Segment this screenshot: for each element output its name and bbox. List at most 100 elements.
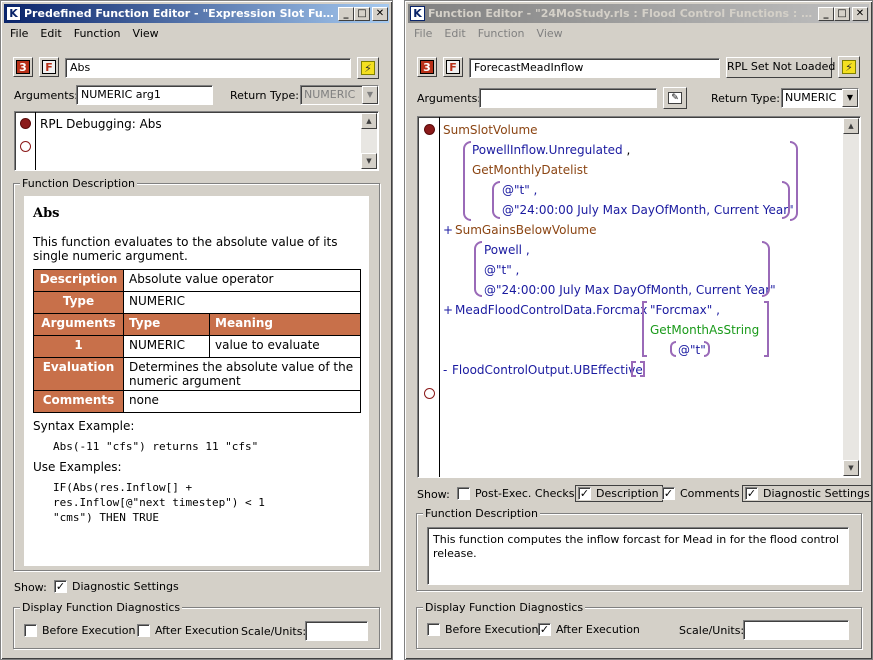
table-cell: NUMERIC — [123, 291, 361, 314]
after-execution-checkbox[interactable]: ✓ After Execution — [538, 623, 640, 636]
menu-edit[interactable]: Edit — [438, 27, 471, 40]
checkmark-icon: ✓ — [54, 580, 67, 593]
scroll-up-icon[interactable]: ▲ — [843, 118, 859, 134]
diagnostic-settings-checkbox[interactable]: ✓ Diagnostic Settings — [54, 580, 179, 593]
show-label: Show: — [417, 488, 450, 501]
before-execution-checkbox[interactable]: Before Execution — [24, 624, 135, 637]
breakpoint-icon[interactable] — [20, 118, 31, 129]
expression-scrollbar[interactable]: ▲ ▼ — [843, 118, 859, 476]
table-cell: value to evaluate — [209, 335, 361, 358]
bracket-open — [642, 301, 647, 357]
scale-units-field[interactable] — [743, 620, 849, 640]
paren-open — [474, 241, 482, 297]
breakpoint-empty-icon[interactable] — [20, 141, 31, 152]
chevron-down-icon: ▼ — [842, 89, 858, 107]
function-button[interactable]: F — [443, 57, 463, 77]
close-icon[interactable]: ✕ — [372, 6, 388, 21]
description-document: Abs This function evaluates to the absol… — [24, 196, 369, 566]
show-label: Show: — [14, 581, 47, 594]
rpl-3-button[interactable]: 3 — [13, 57, 33, 77]
paren-close — [704, 341, 710, 357]
scale-units-field[interactable] — [305, 621, 368, 641]
group-title: Display Function Diagnostics — [20, 601, 183, 614]
checkmark-icon: ✓ — [745, 487, 758, 500]
debug-scrollbar[interactable]: ▲ ▼ — [361, 113, 377, 169]
minimize-icon[interactable]: _ — [338, 6, 354, 21]
menu-view[interactable]: View — [127, 27, 165, 40]
scroll-down-icon[interactable]: ▼ — [361, 153, 377, 169]
expr-slot[interactable]: PowellInflow.Unregulated , — [472, 143, 630, 157]
menu-bar: File Edit Function View — [4, 24, 389, 42]
title-bar[interactable]: K Function Editor - "24MoStudy.rls : Flo… — [408, 4, 869, 23]
display-diagnostics-group: Display Function Diagnostics Before Exec… — [416, 601, 862, 649]
expr-date[interactable]: @"t" , — [484, 263, 519, 277]
scroll-up-icon[interactable]: ▲ — [361, 113, 377, 129]
expr-date[interactable]: @"t" — [678, 343, 706, 357]
expr-date[interactable]: @"24:00:00 July Max DayOfMonth, Current … — [484, 283, 776, 297]
arguments-field[interactable] — [479, 88, 657, 108]
return-type-select[interactable]: NUMERIC ▼ — [781, 88, 859, 108]
breakpoint-icon[interactable] — [424, 124, 435, 135]
before-execution-checkbox[interactable]: Before Execution — [427, 623, 538, 636]
use-code-line: IF(Abs(res.Inflow[] + — [53, 481, 193, 494]
table-cell: Absolute value operator — [123, 269, 361, 292]
function-name-field[interactable]: Abs — [65, 58, 351, 78]
edit-arguments-button[interactable]: ✎ — [663, 87, 687, 109]
table-row: Evaluation Determines the absolute value… — [33, 357, 361, 391]
menu-edit[interactable]: Edit — [34, 27, 67, 40]
expr-operator: + — [443, 223, 454, 237]
expr-fn[interactable]: GetMonthAsString — [650, 323, 759, 337]
after-execution-checkbox[interactable]: After Execution — [137, 624, 239, 637]
menu-function[interactable]: Function — [68, 27, 127, 40]
maximize-icon[interactable]: □ — [834, 6, 850, 21]
menu-function[interactable]: Function — [472, 27, 531, 40]
debug-text: RPL Debugging: Abs — [40, 117, 162, 131]
menu-file[interactable]: File — [408, 27, 438, 40]
scale-units-label: Scale/Units: — [241, 625, 307, 638]
minimize-icon[interactable]: _ — [818, 6, 834, 21]
description-text[interactable]: This function computes the inflow forcas… — [427, 527, 849, 585]
title-bar[interactable]: K Predefined Function Editor - "Expressi… — [4, 4, 389, 23]
evaluate-button[interactable]: ⚡ — [357, 57, 379, 79]
menu-file[interactable]: File — [4, 27, 34, 40]
doc-intro: This function evaluates to the absolute … — [33, 235, 338, 263]
comments-checkbox[interactable]: ✓ Comments — [662, 487, 740, 500]
diagnostic-settings-checkbox[interactable]: ✓ Diagnostic Settings — [742, 485, 872, 502]
rpl-set-button[interactable]: RPL Set Not Loaded — [726, 57, 835, 78]
function-f-icon: F — [42, 60, 56, 74]
expr-fn[interactable]: GetMonthlyDatelist — [472, 163, 588, 177]
rpl-3-button[interactable]: 3 — [417, 57, 437, 77]
return-type-select[interactable]: NUMERIC ▼ — [300, 85, 379, 105]
menu-view[interactable]: View — [531, 27, 569, 40]
table-cell: Type — [33, 291, 124, 314]
function-name-field[interactable]: ForecastMeadInflow — [469, 58, 720, 78]
bracket-open — [631, 361, 636, 377]
scroll-down-icon[interactable]: ▼ — [843, 460, 859, 476]
function-button[interactable]: F — [39, 57, 59, 77]
evaluate-button[interactable]: ⚡ — [838, 56, 860, 78]
group-title: Function Description — [423, 507, 540, 520]
maximize-icon[interactable]: □ — [354, 6, 370, 21]
table-cell: Determines the absolute value of the num… — [123, 357, 361, 391]
paren-close — [782, 181, 790, 219]
arguments-field[interactable]: NUMERIC arg1 — [76, 85, 213, 105]
window-title: Predefined Function Editor - "Expression… — [24, 7, 338, 20]
expr-string[interactable]: "Forcmax" , — [650, 303, 720, 317]
expression-editor[interactable]: SumSlotVolume PowellInflow.Unregulated ,… — [417, 116, 861, 478]
table-cell: Evaluation — [33, 357, 124, 391]
description-checkbox[interactable]: ✓ Description — [575, 485, 663, 502]
checkmark-icon: ✓ — [538, 623, 551, 636]
close-icon[interactable]: ✕ — [852, 6, 868, 21]
debug-panel[interactable]: RPL Debugging: Abs ▲ ▼ — [14, 111, 379, 171]
checkmark-icon: ✓ — [662, 487, 675, 500]
expr-slot[interactable]: MeadFloodControlData.Forcmax — [455, 303, 647, 317]
post-exec-checks-checkbox[interactable]: Post-Exec. Checks — [457, 487, 574, 500]
expr-fn[interactable]: SumGainsBelowVolume — [455, 223, 597, 237]
breakpoint-empty-icon[interactable] — [424, 388, 435, 399]
window-title: Function Editor - "24MoStudy.rls : Flood… — [428, 7, 818, 20]
expr-arg[interactable]: Powell , — [484, 243, 530, 257]
expr-date[interactable]: @"t" , — [502, 183, 537, 197]
expr-slot[interactable]: FloodControlOutput.UBEffective — [452, 363, 643, 377]
expr-fn[interactable]: SumSlotVolume — [443, 123, 538, 137]
expr-date[interactable]: @"24:00:00 July Max DayOfMonth, Current … — [502, 203, 794, 217]
